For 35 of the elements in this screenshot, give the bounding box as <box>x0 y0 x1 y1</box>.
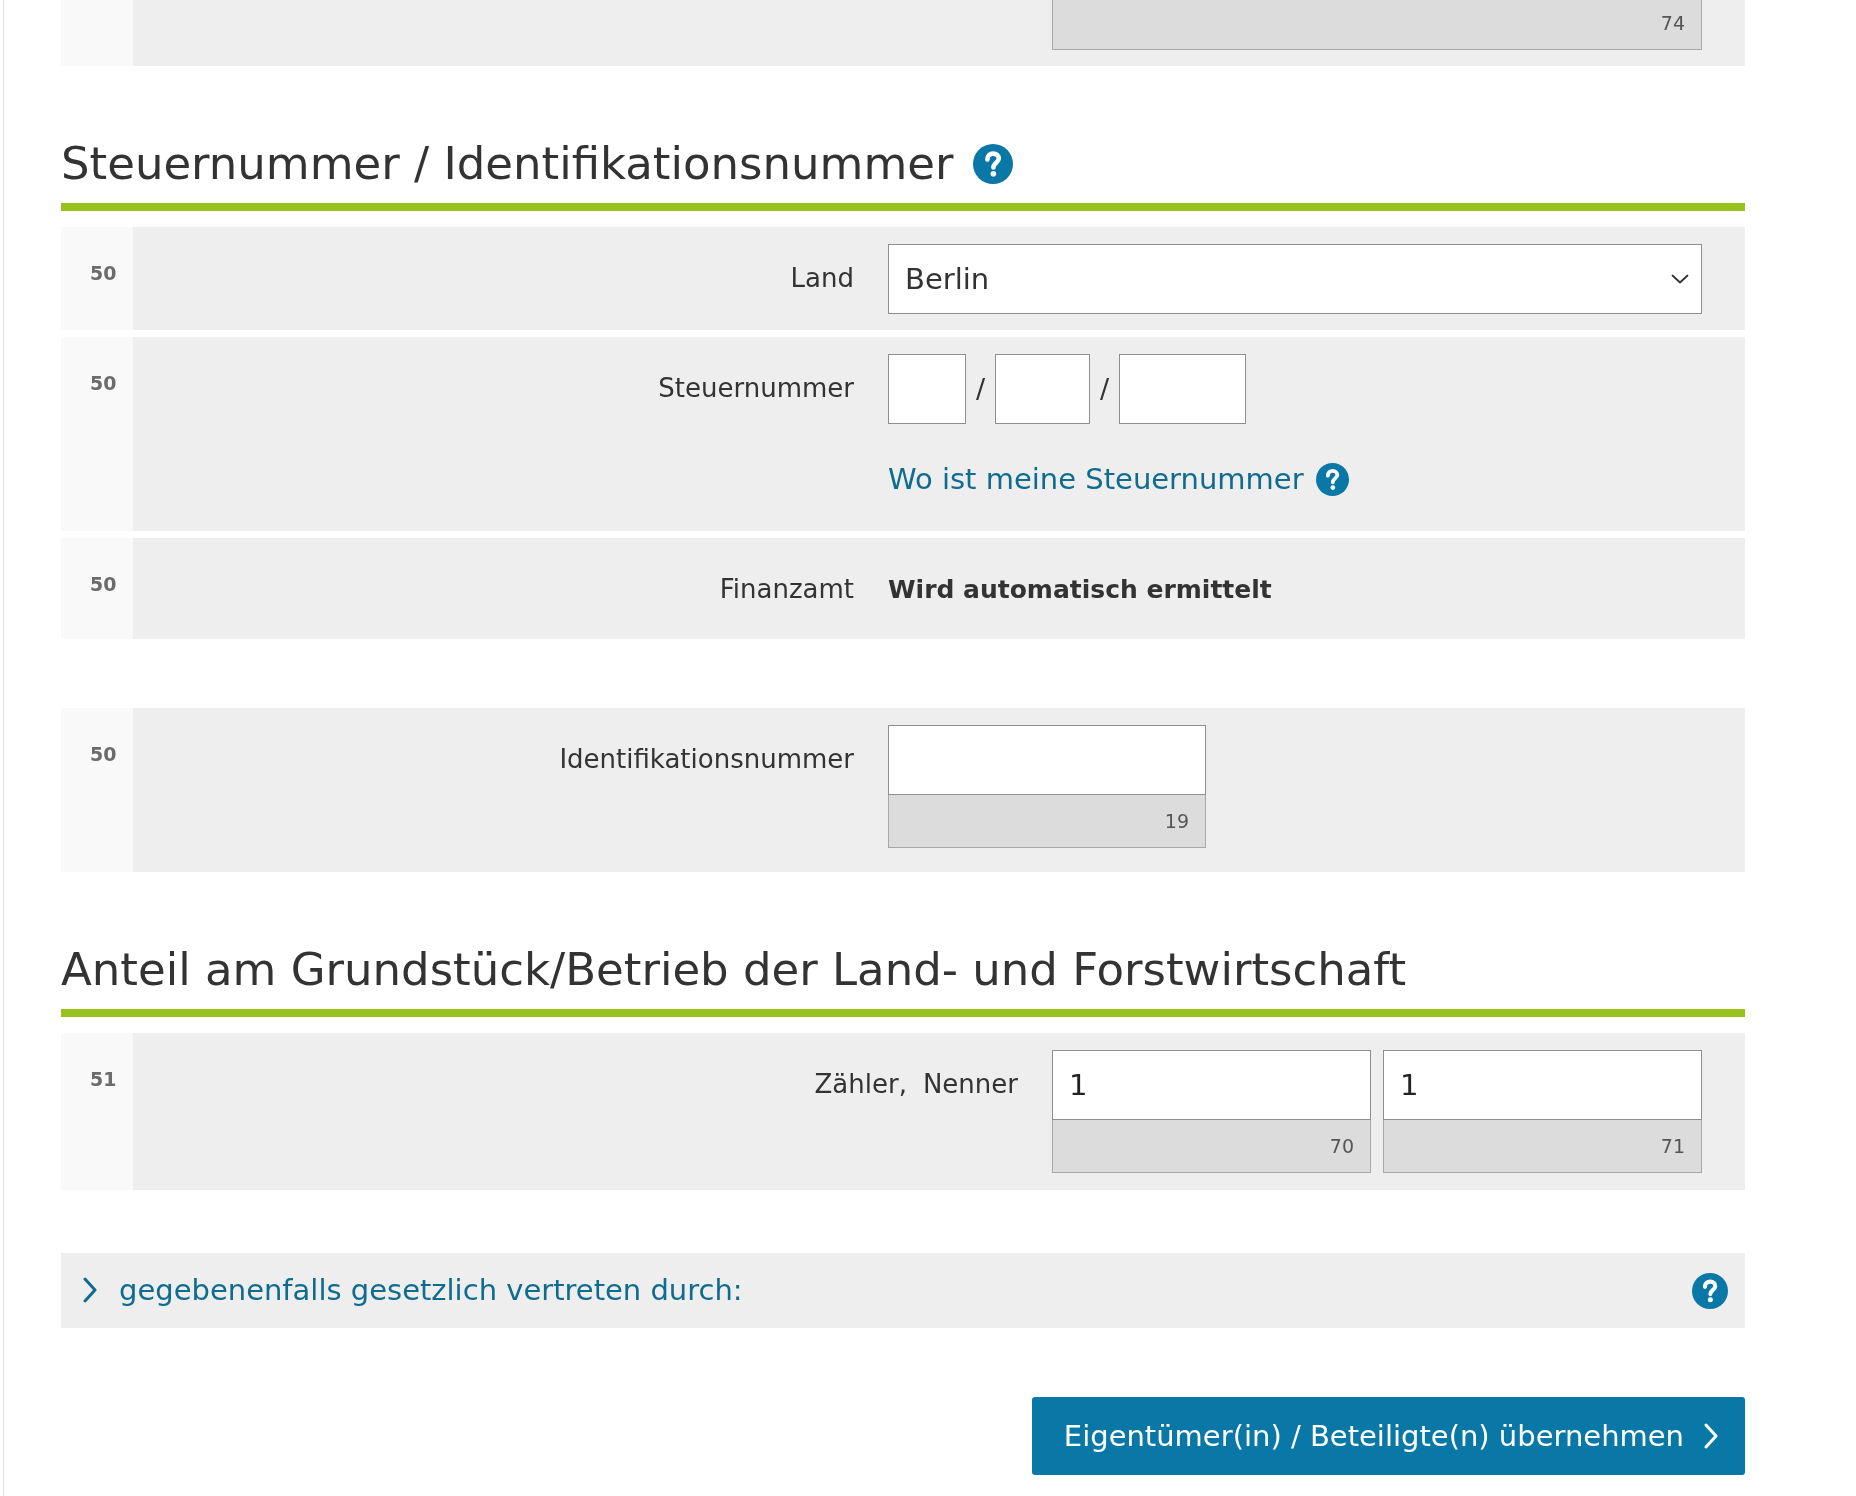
section-heading: Steuernummer / Identifikationsnummer <box>61 137 954 191</box>
line-number: 50 <box>90 573 117 595</box>
field-label: Land <box>790 263 854 295</box>
text-input[interactable]: 1 <box>1383 1050 1702 1120</box>
line-number: 50 <box>90 262 117 284</box>
help-icon[interactable] <box>973 144 1014 184</box>
line-number: 51 <box>90 1068 117 1090</box>
line-number: 50 <box>90 372 117 394</box>
field-label: Nenner <box>922 1069 1018 1101</box>
chevron-right-icon <box>1704 1423 1718 1449</box>
tax-number-input[interactable] <box>888 354 966 424</box>
separator: / <box>976 372 986 406</box>
line-number: 50 <box>90 743 117 765</box>
field-label: Zähler, <box>814 1069 907 1101</box>
help-icon[interactable] <box>1315 462 1349 496</box>
section-heading: Anteil am Grundstück/Betrieb der Land- und Forstwirtschaft <box>61 943 1407 997</box>
help-icon[interactable] <box>1692 1272 1728 1309</box>
field-label: Steuernummer <box>658 373 854 405</box>
text-input[interactable] <box>888 725 1206 795</box>
field-code: 19 <box>888 795 1206 848</box>
separator: / <box>1100 372 1110 406</box>
help-link[interactable]: Wo ist meine Steuernummer <box>888 461 1304 497</box>
state-select[interactable]: Berlin <box>888 244 1702 314</box>
field-label: Finanzamt <box>719 574 854 606</box>
tax-number-input[interactable] <box>995 354 1091 424</box>
field-code: 71 <box>1383 1120 1702 1173</box>
expander-toggle[interactable]: gegebenenfalls gesetzlich vertreten durch: <box>83 1273 743 1308</box>
field-label: Identifikationsnummer <box>559 744 854 776</box>
tax-number-input[interactable] <box>1119 354 1247 424</box>
field-value: Wird automatisch ermittelt <box>888 575 1272 605</box>
submit-button[interactable]: Eigentümer(in) / Beteiligte(n) übernehmen <box>1031 1397 1745 1475</box>
field-code: 74 <box>1052 0 1702 50</box>
field-code: 70 <box>1052 1120 1371 1173</box>
text-input[interactable]: 1 <box>1052 1050 1371 1120</box>
chevron-down-icon <box>1671 274 1689 284</box>
